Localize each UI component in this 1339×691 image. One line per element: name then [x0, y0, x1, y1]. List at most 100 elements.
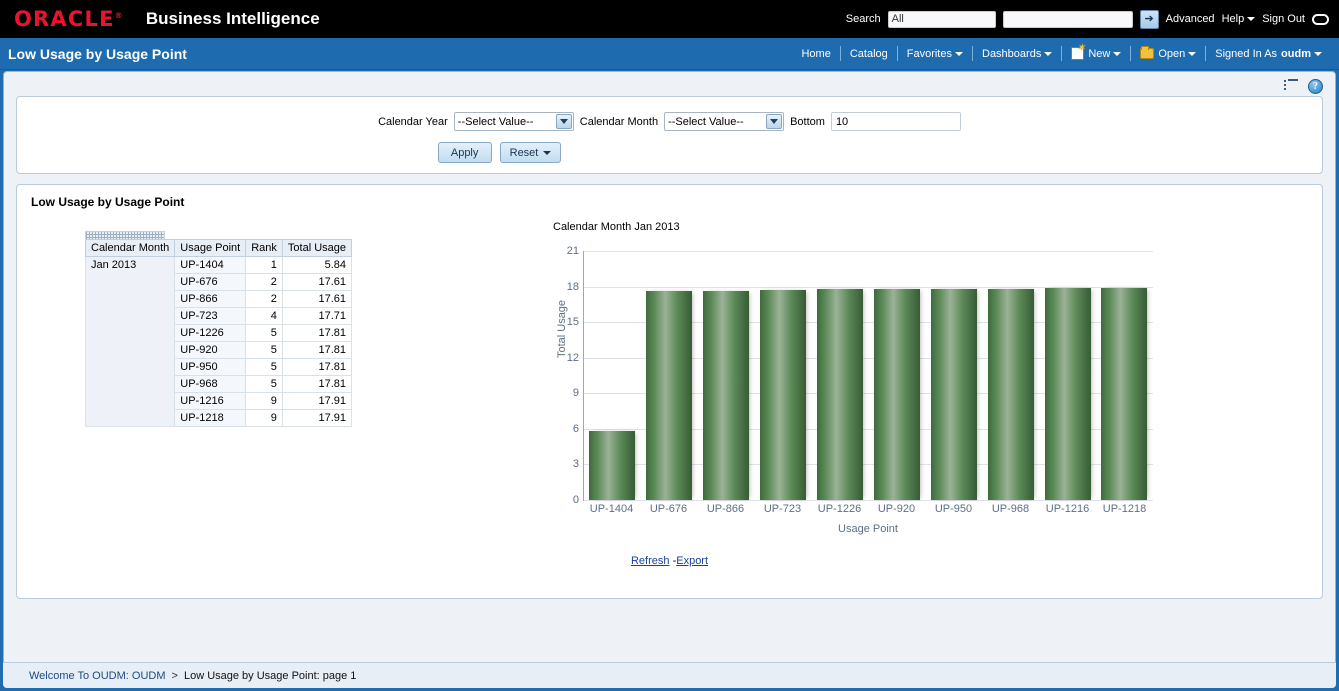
breadcrumb-home-link[interactable]: Welcome To OUDM: OUDM: [29, 670, 166, 682]
cell-rank: 9: [245, 409, 283, 427]
cell-usage-point: UP-1218: [174, 409, 247, 427]
dashboard-nav-bar: Low Usage by Usage Point Home Catalog Fa…: [0, 38, 1339, 70]
cell-usage-point: UP-866: [174, 290, 247, 308]
breadcrumb: Welcome To OUDM: OUDM > Low Usage by Usa…: [3, 662, 1336, 688]
help-menu[interactable]: Help: [1222, 13, 1256, 25]
apply-button[interactable]: Apply: [437, 142, 492, 163]
nav-item-home[interactable]: Home: [792, 45, 839, 63]
cell-total-usage: 5.84: [281, 256, 353, 274]
bottom-input[interactable]: 10: [830, 112, 961, 131]
nav-item-catalog[interactable]: Catalog: [841, 45, 897, 63]
cell-usage-point: UP-723: [174, 307, 247, 325]
bar-slot: [701, 251, 752, 500]
help-icon[interactable]: ?: [1308, 78, 1323, 94]
bar[interactable]: [646, 291, 693, 500]
page-options-icon[interactable]: [1284, 79, 1300, 93]
refresh-link[interactable]: Refresh: [631, 555, 670, 567]
nav-item-new[interactable]: New: [1062, 43, 1130, 63]
bar-slot: [587, 251, 638, 500]
bar[interactable]: [1101, 287, 1148, 500]
cell-total-usage: 17.91: [281, 409, 353, 427]
prompt-panel: Calendar Year --Select Value-- Calendar …: [16, 96, 1323, 174]
reset-button-label: Reset: [509, 146, 539, 159]
breadcrumb-current: Low Usage by Usage Point: page 1: [183, 669, 357, 682]
bar[interactable]: [760, 290, 807, 500]
calendar-month-label: Calendar Month: [579, 115, 659, 128]
nav-item-favorites[interactable]: Favorites: [898, 45, 972, 63]
cell-rank: 2: [245, 290, 283, 308]
global-header: ORACLE® Business Intelligence Search All…: [0, 0, 1339, 38]
export-link[interactable]: Export: [676, 555, 708, 567]
reset-button[interactable]: Reset: [499, 142, 562, 163]
column-header-rank[interactable]: Rank: [245, 239, 283, 257]
bar[interactable]: [589, 430, 636, 500]
table-drag-handle[interactable]: [85, 231, 165, 239]
cell-total-usage: 17.81: [281, 341, 353, 359]
chevron-down-icon: [955, 51, 963, 56]
calendar-year-select[interactable]: --Select Value--: [453, 112, 574, 131]
app-title: Business Intelligence: [145, 9, 320, 28]
page-title: Low Usage by Usage Point: [8, 45, 187, 62]
y-axis-tick-label: 9: [572, 387, 579, 400]
column-header-usage-point[interactable]: Usage Point: [174, 239, 247, 257]
nav-item-open-label: Open: [1158, 47, 1186, 60]
trademark-mark: ®: [114, 10, 124, 20]
y-axis-tick-label: 3: [572, 458, 579, 471]
cell-rank: 5: [245, 341, 283, 359]
advanced-link[interactable]: Advanced: [1166, 13, 1215, 25]
nav-item-dashboards[interactable]: Dashboards: [973, 45, 1061, 63]
column-header-calendar-month[interactable]: Calendar Month: [84, 239, 176, 257]
x-axis-tick-label: UP-920: [877, 503, 916, 515]
signed-in-as-menu[interactable]: Signed In As oudm: [1206, 45, 1331, 63]
x-axis-tick-label: UP-968: [991, 503, 1030, 515]
nav-item-open[interactable]: Open: [1131, 45, 1205, 63]
apply-button-label: Apply: [450, 146, 479, 159]
table-row: Jan 2013 UP-1404 1 5.84: [84, 256, 353, 427]
bar-slot: [644, 251, 695, 500]
x-axis-title: Usage Point: [838, 523, 898, 535]
bar-slot: [928, 251, 979, 500]
breadcrumb-separator: >: [171, 669, 178, 682]
cell-rank: 9: [245, 392, 283, 410]
prompt-controls-row: Calendar Year --Select Value-- Calendar …: [17, 97, 1322, 131]
cell-total-usage: 17.81: [281, 358, 353, 376]
data-table-wrapper: Calendar Month Usage Point Rank Total Us…: [84, 231, 353, 427]
search-go-icon[interactable]: ➔: [1139, 9, 1159, 29]
bar-slot: [758, 251, 809, 500]
bar-slot: [814, 251, 865, 500]
report-body: Calendar Month Usage Point Rank Total Us…: [17, 209, 1322, 535]
sign-out-link[interactable]: Sign Out: [1262, 13, 1305, 25]
bar[interactable]: [930, 288, 977, 500]
bar[interactable]: [873, 288, 920, 500]
bar-slot: [871, 251, 922, 500]
oracle-wordmark: ORACLE: [14, 6, 115, 31]
x-axis-tick-label: UP-866: [706, 503, 745, 515]
search-label: Search: [845, 13, 881, 25]
bar-slot: [1042, 251, 1093, 500]
nav-links: Home Catalog Favorites Dashboards New Op…: [792, 43, 1339, 64]
search-input[interactable]: [1002, 10, 1133, 28]
cell-usage-point: UP-950: [174, 358, 247, 376]
calendar-month-select[interactable]: --Select Value--: [664, 112, 785, 131]
y-axis-tick-label: 21: [566, 245, 579, 257]
chevron-down-icon: [1188, 51, 1197, 56]
table-header-row: Calendar Month Usage Point Rank Total Us…: [84, 239, 353, 257]
y-axis-title: Total Usage: [556, 299, 569, 359]
search-scope-select[interactable]: All: [887, 10, 996, 28]
nav-item-dashboards-label: Dashboards: [982, 47, 1042, 60]
cell-rank: 1: [245, 256, 283, 274]
bar[interactable]: [703, 291, 750, 500]
cell-total-usage: 17.81: [281, 375, 353, 393]
cell-total-usage: 17.91: [281, 392, 353, 410]
folder-icon: [1140, 46, 1155, 59]
column-header-total-usage[interactable]: Total Usage: [281, 239, 353, 257]
bar[interactable]: [817, 288, 863, 500]
cell-rank: 4: [245, 307, 283, 325]
chart-plot-area: Total Usage 0 3 6 9 12 15 18 21 UP-1404 UP-676 UP…: [541, 245, 1181, 535]
bottom-label: Bottom: [790, 115, 825, 128]
new-page-icon: [1071, 43, 1086, 60]
bar[interactable]: [1044, 287, 1091, 500]
bar[interactable]: [987, 288, 1034, 500]
x-axis-tick-label: UP-1226: [817, 503, 862, 515]
cell-total-usage: 17.61: [281, 290, 353, 308]
